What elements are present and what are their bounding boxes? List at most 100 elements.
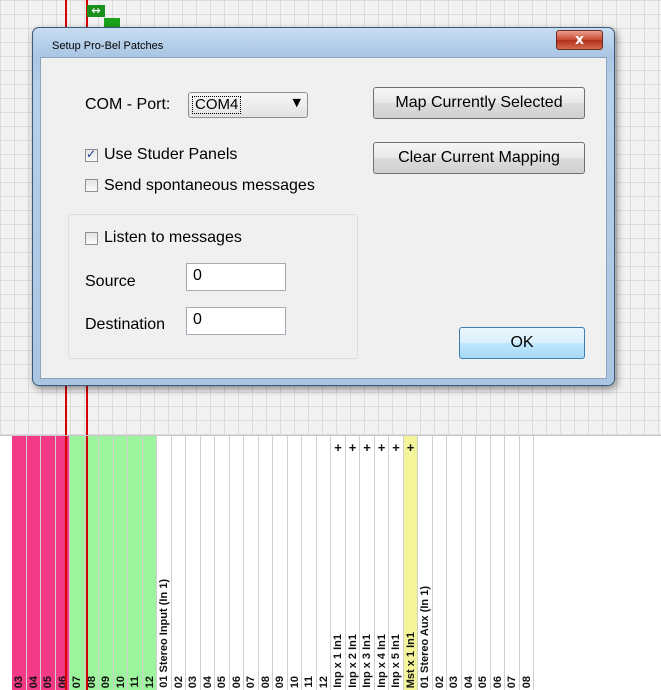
clear-current-mapping-button[interactable]: Clear Current Mapping [373, 142, 585, 174]
channel-column[interactable]: 04 [26, 436, 41, 690]
channel-column[interactable]: 01 Stereo Aux (In 1) [418, 436, 433, 690]
channel-column[interactable]: 06 [55, 436, 70, 690]
channel-label: 01 Stereo Aux (In 1) [419, 585, 431, 688]
channel-label: 02 [433, 675, 446, 688]
channel-column[interactable]: 05 [215, 436, 230, 690]
close-icon: x [574, 32, 585, 48]
channel-label: 01 Stereo Input (In 1) [158, 579, 170, 688]
source-label: Source [85, 273, 136, 290]
channel-column[interactable]: 04 [461, 436, 476, 690]
channel-label: 12 [143, 675, 156, 688]
channel-column[interactable]: + Inp x 1 In1 [331, 436, 346, 690]
listen-to-messages-label[interactable]: Listen to messages [104, 229, 242, 247]
channel-column[interactable]: + Inp x 2 In1 [345, 436, 360, 690]
channel-label: 11 [129, 676, 141, 688]
channel-column[interactable]: 04 [200, 436, 215, 690]
channel-label: 03 [187, 675, 199, 688]
channel-label: 03 [448, 675, 460, 688]
close-button[interactable]: x [556, 30, 603, 50]
plus-icon: + [406, 440, 415, 455]
channel-label: 04 [201, 675, 214, 688]
send-spontaneous-checkbox[interactable] [85, 179, 98, 192]
channel-column[interactable]: 05 [476, 436, 491, 690]
channel-label: 06 [491, 675, 504, 688]
channel-column[interactable]: 10 [287, 436, 302, 690]
channel-label: Inp x 1 In1 [332, 634, 344, 688]
channel-column[interactable]: 07 [244, 436, 259, 690]
plus-icon: + [392, 440, 400, 455]
channel-label: 09 [274, 675, 286, 688]
selection-line-left-strip [65, 436, 67, 690]
channel-label: Inp x 4 In1 [375, 634, 388, 688]
channel-column[interactable]: + Mst x 1 In1 [403, 436, 418, 690]
com-port-select[interactable]: COM4 ▼ [188, 92, 308, 118]
channel-label: 04 [27, 675, 40, 688]
channel-label: 05 [42, 675, 54, 688]
channel-column[interactable]: 07 [505, 436, 520, 690]
channel-column[interactable]: 03 [186, 436, 201, 690]
com-port-label: COM - Port: [85, 96, 171, 113]
channel-label: Mst x 1 In1 [404, 631, 417, 688]
channel-column[interactable]: 06 [229, 436, 244, 690]
channel-column[interactable]: 02 [171, 436, 186, 690]
channel-column[interactable]: 11 [128, 436, 143, 690]
channel-label: 07 [245, 675, 257, 688]
channel-label: 06 [230, 675, 243, 688]
channel-column[interactable]: 12 [142, 436, 157, 690]
channel-column[interactable]: 03 [447, 436, 462, 690]
channel-label: 03 [13, 675, 25, 688]
channel-label: Inp x 2 In1 [346, 634, 359, 688]
channel-column[interactable]: 07 [70, 436, 85, 690]
channel-column[interactable]: + Inp x 4 In1 [374, 436, 389, 690]
destination-label: Destination [85, 316, 166, 333]
channel-column[interactable]: 09 [273, 436, 288, 690]
ok-button[interactable]: OK [459, 327, 585, 359]
use-studer-panels-label[interactable]: Use Studer Panels [104, 146, 237, 164]
channel-column[interactable]: 10 [113, 436, 128, 690]
channel-column[interactable]: 02 [432, 436, 447, 690]
channel-column[interactable]: 09 [99, 436, 114, 690]
channel-column[interactable]: 08 [258, 436, 273, 690]
channel-label: 02 [172, 675, 185, 688]
channel-label: Inp x 5 In1 [390, 634, 402, 688]
send-spontaneous-label[interactable]: Send spontaneous messages [104, 177, 315, 195]
crosspoint-marker-icon[interactable]: ↔ [87, 5, 105, 17]
destination-field[interactable]: 0 [186, 307, 286, 335]
plus-icon: + [334, 440, 342, 455]
channel-label: Inp x 3 In1 [361, 634, 373, 688]
channel-label: 12 [317, 675, 330, 688]
plus-icon: + [377, 440, 386, 455]
map-currently-selected-button[interactable]: Map Currently Selected [373, 87, 585, 119]
channel-label: 07 [506, 675, 518, 688]
channel-label: 08 [259, 675, 272, 688]
channel-label: 05 [477, 675, 489, 688]
channel-strip: 03 04 05 06 07 08 09 10 11 12 01 Stereo Input (In … [0, 435, 661, 690]
channel-column[interactable]: + Inp x 5 In1 [389, 436, 404, 690]
chevron-down-icon: ▼ [292, 96, 301, 109]
channel-column[interactable]: 05 [41, 436, 56, 690]
plus-icon: + [363, 440, 371, 455]
channel-column[interactable]: + Inp x 3 In1 [360, 436, 375, 690]
channel-label: 10 [114, 675, 127, 688]
use-studer-panels-checkbox[interactable] [85, 147, 98, 162]
channel-column[interactable]: 06 [490, 436, 505, 690]
channel-label: 11 [303, 676, 315, 688]
listen-to-messages-checkbox[interactable] [85, 232, 98, 245]
channel-column[interactable]: 01 Stereo Input (In 1) [157, 436, 172, 690]
channel-label: 08 [520, 675, 533, 688]
channel-column[interactable]: 12 [316, 436, 331, 690]
channel-label: 07 [71, 675, 83, 688]
com-port-value: COM4 [192, 96, 242, 114]
channel-column[interactable]: 03 [12, 436, 27, 690]
selection-line-right-strip [86, 436, 88, 690]
channel-label: 10 [288, 675, 301, 688]
plus-icon: + [348, 440, 357, 455]
channel-label: 04 [462, 675, 475, 688]
channel-column[interactable]: 08 [519, 436, 534, 690]
channel-label: 09 [100, 675, 112, 688]
channel-column[interactable]: 11 [302, 436, 317, 690]
channel-label: 05 [216, 675, 228, 688]
dialog-title: Setup Pro-Bel Patches [52, 40, 164, 52]
source-field[interactable]: 0 [186, 263, 286, 291]
dialog-client-area: COM - Port: COM4 ▼ Use Studer Panels Sen… [40, 57, 607, 379]
